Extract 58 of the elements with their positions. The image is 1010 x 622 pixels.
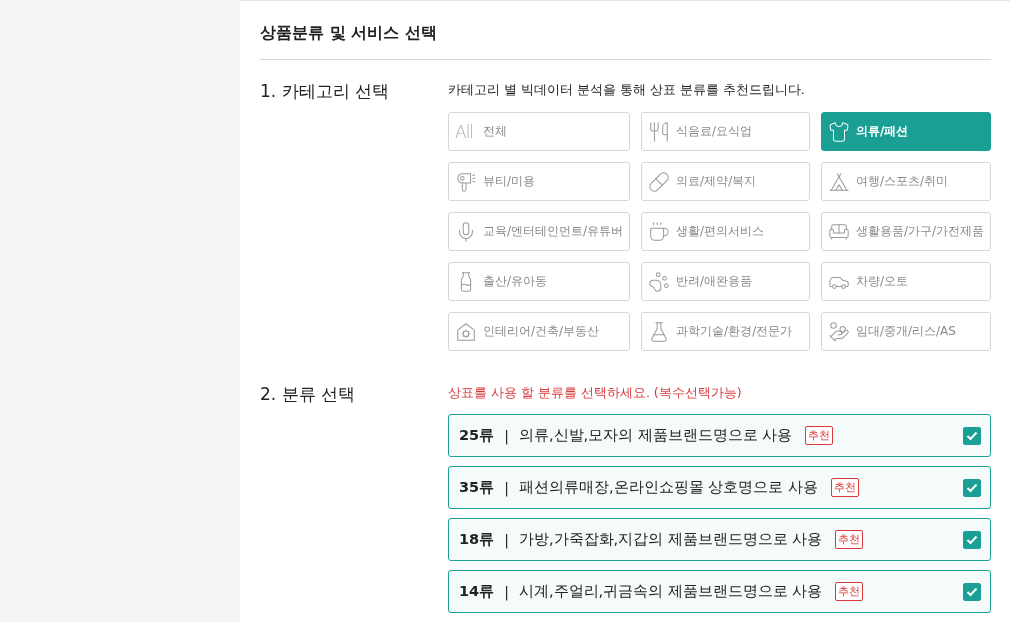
house-gear-icon — [455, 320, 477, 343]
class-number: 18류 — [459, 530, 495, 549]
checkbox[interactable] — [963, 426, 981, 445]
class-description: 가방,가죽잡화,지갑의 제품브랜드명으로 사용 — [518, 530, 823, 549]
category-option[interactable]: 생활용품/가구/가전제품 — [820, 212, 991, 251]
class-number: 25류 — [459, 426, 495, 445]
category-option[interactable]: 인테리어/건축/부동산 — [448, 312, 631, 351]
class-description: 패션의류매장,온라인쇼핑몰 상호명으로 사용 — [518, 478, 818, 497]
section-title: 2. 분류 선택 — [260, 384, 357, 406]
class-number: 14류 — [459, 582, 495, 601]
category-option[interactable]: 의류/패션 — [820, 112, 991, 151]
class-option-row[interactable]: 35류 | 패션의류매장,온라인쇼핑몰 상호명으로 사용 추천 — [448, 466, 991, 509]
selection-notice: 상표를 사용 할 분류를 선택하세요. (복수선택가능) — [448, 384, 743, 402]
category-option[interactable]: 출산/유아동 — [448, 262, 631, 301]
coffee-cup-icon — [648, 220, 671, 243]
separator-text: | — [504, 427, 509, 444]
check-icon — [966, 482, 978, 493]
category-option[interactable]: All 전체 — [448, 112, 631, 151]
separator-text: | — [504, 583, 509, 600]
category-option[interactable]: 뷰티/미용 — [448, 162, 631, 201]
hair-dryer-icon — [455, 170, 477, 193]
category-option[interactable]: 과학기술/환경/전문가 — [641, 312, 810, 351]
checkbox[interactable] — [963, 530, 981, 549]
class-option-row[interactable]: 14류 | 시계,주얼리,귀금속의 제품브랜드명으로 사용 추천 — [448, 570, 991, 613]
category-option[interactable]: 여행/스포츠/취미 — [820, 162, 991, 201]
checkbox[interactable] — [963, 478, 981, 497]
recommended-tag: 추천 — [835, 582, 864, 601]
page-heading: 상품분류 및 서비스 선택 — [260, 21, 437, 44]
check-icon — [966, 534, 978, 545]
category-option[interactable]: 교육/엔터테인먼트/유튜버 — [448, 212, 631, 251]
tent-icon — [827, 170, 850, 193]
checkbox[interactable] — [963, 582, 981, 601]
class-description: 의류,신발,모자의 제품브랜드명으로 사용 — [518, 426, 793, 445]
class-option-row[interactable]: 18류 | 가방,가죽잡화,지갑의 제품브랜드명으로 사용 추천 — [448, 518, 991, 561]
section-title: 1. 카테고리 선택 — [260, 81, 391, 103]
all-label: All — [455, 121, 475, 142]
class-description: 시계,주얼리,귀금속의 제품브랜드명으로 사용 — [518, 582, 823, 601]
category-option[interactable]: 의료/제약/복지 — [641, 162, 810, 201]
separator-text: | — [504, 479, 509, 496]
class-option-row[interactable]: 25류 | 의류,신발,모자의 제품브랜드명으로 사용 추천 — [448, 414, 991, 457]
category-option[interactable]: 임대/중개/리스/AS — [820, 312, 991, 351]
hand-coins-icon — [827, 320, 850, 343]
pill-icon — [648, 170, 671, 193]
recommended-tag: 추천 — [805, 426, 834, 445]
category-option[interactable]: 반려/애완용품 — [641, 262, 810, 301]
check-icon — [966, 586, 978, 597]
paw-print-icon — [648, 270, 671, 293]
category-option[interactable]: 차량/오토 — [820, 262, 991, 301]
recommended-tag: 추천 — [835, 530, 864, 549]
check-icon — [966, 430, 978, 441]
recommended-tag: 추천 — [830, 478, 859, 497]
fork-knife-icon — [648, 120, 671, 143]
category-option[interactable]: 생활/편의서비스 — [641, 212, 810, 251]
section-description: 카테고리 별 빅데이터 분석을 통해 상표 분류를 추천드립니다. — [448, 81, 806, 99]
separator-text: | — [504, 531, 509, 548]
shirt-icon — [827, 120, 850, 143]
category-option[interactable]: 식음료/요식업 — [641, 112, 810, 151]
class-number: 35류 — [459, 478, 495, 497]
